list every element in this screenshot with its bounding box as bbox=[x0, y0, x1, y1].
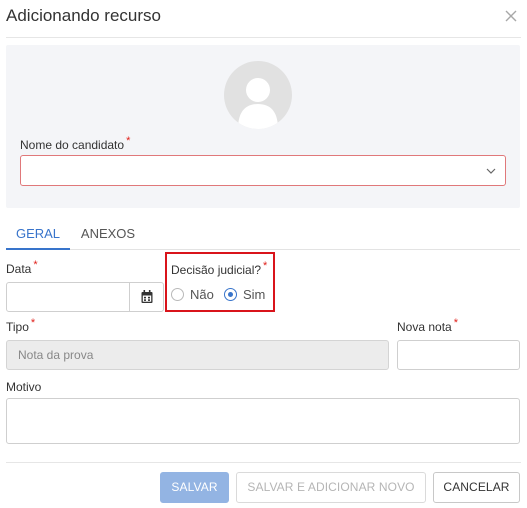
type-input: Nota da prova bbox=[6, 340, 389, 370]
tab-anexos[interactable]: ANEXOS bbox=[78, 220, 138, 250]
radio-nao-label[interactable]: Não bbox=[190, 287, 214, 302]
required-marker: * bbox=[33, 259, 38, 271]
required-marker: * bbox=[30, 317, 36, 329]
required-marker: * bbox=[263, 260, 268, 272]
new-grade-label: Nova nota * bbox=[397, 317, 458, 334]
type-label-text: Tipo bbox=[6, 320, 29, 334]
date-label: Data * bbox=[6, 259, 38, 276]
radio-nao[interactable] bbox=[171, 288, 184, 301]
new-grade-label-text: Nova nota bbox=[397, 320, 452, 334]
save-and-add-new-button[interactable]: SALVAR E ADICIONAR NOVO bbox=[236, 472, 426, 503]
date-picker-button[interactable] bbox=[129, 283, 163, 311]
calendar-icon bbox=[141, 290, 153, 303]
tab-geral[interactable]: GERAL bbox=[6, 220, 70, 250]
radio-sim-label[interactable]: Sim bbox=[243, 287, 265, 302]
required-marker: * bbox=[126, 135, 131, 147]
new-grade-input[interactable] bbox=[397, 340, 520, 370]
highlight-box bbox=[165, 252, 275, 312]
judicial-label: Decisão judicial? * bbox=[171, 260, 268, 277]
date-label-text: Data bbox=[6, 262, 32, 276]
candidate-panel: Nome do candidato * bbox=[6, 45, 520, 208]
candidate-label-text: Nome do candidato bbox=[20, 138, 125, 152]
chevron-down-icon bbox=[486, 168, 496, 174]
cancel-button[interactable]: CANCELAR bbox=[433, 472, 520, 503]
dialog-title: Adicionando recurso bbox=[6, 6, 161, 25]
close-icon[interactable] bbox=[503, 8, 519, 24]
tab-bar: GERAL ANEXOS bbox=[6, 220, 520, 250]
header-divider bbox=[6, 37, 521, 38]
required-marker: * bbox=[453, 317, 458, 329]
type-label: Tipo * bbox=[6, 317, 36, 334]
reason-textarea[interactable] bbox=[6, 398, 520, 444]
candidate-label: Nome do candidato * bbox=[20, 135, 131, 152]
footer-divider bbox=[6, 462, 521, 463]
radio-sim[interactable] bbox=[224, 288, 237, 301]
avatar-placeholder-icon bbox=[224, 61, 292, 129]
judicial-label-text: Decisão judicial? bbox=[171, 263, 262, 277]
candidate-select[interactable] bbox=[20, 155, 506, 186]
save-button[interactable]: SALVAR bbox=[160, 472, 229, 503]
reason-label: Motivo bbox=[6, 380, 42, 394]
date-input[interactable] bbox=[6, 282, 164, 312]
